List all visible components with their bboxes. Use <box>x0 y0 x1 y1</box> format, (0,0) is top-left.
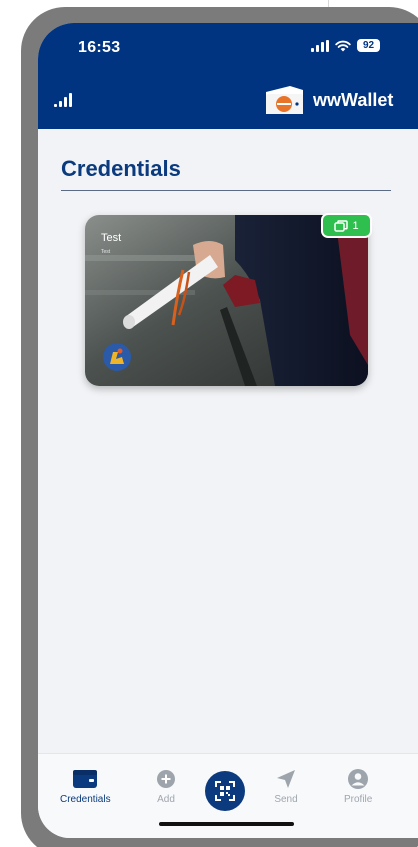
app-header: 16:53 92 wwWallet <box>38 23 418 129</box>
credential-count: 1 <box>352 219 359 232</box>
cellular-signal-icon <box>311 39 329 52</box>
title-divider <box>61 190 391 191</box>
send-icon <box>277 770 295 788</box>
brand[interactable]: wwWallet <box>264 84 393 116</box>
nav-add-label: Add <box>157 794 175 805</box>
nav-add[interactable]: Add <box>153 768 179 805</box>
profile-icon <box>348 769 369 789</box>
plus-circle-icon <box>157 770 175 788</box>
wallet-logo-icon <box>266 86 303 114</box>
copy-icon <box>334 219 349 232</box>
home-indicator <box>159 822 294 826</box>
nav-send-label: Send <box>274 794 298 805</box>
status-icons: 92 <box>311 39 380 52</box>
battery-icon: 92 <box>357 39 380 52</box>
nav-send[interactable]: Send <box>273 768 299 805</box>
wallet-icon <box>73 770 98 788</box>
page-title: Credentials <box>61 156 181 181</box>
credential-title: Test <box>101 232 122 244</box>
credential-count-badge[interactable]: 1 <box>321 213 372 238</box>
wifi-icon <box>335 40 351 51</box>
nav-scan-button[interactable] <box>205 771 245 811</box>
nav-credentials[interactable]: Credentials <box>60 768 111 805</box>
nav-credentials-label: Credentials <box>60 794 111 805</box>
brand-name: wwWallet <box>313 89 394 110</box>
credential-subtitle: Test <box>101 249 111 255</box>
status-time: 16:53 <box>78 39 121 56</box>
credential-card[interactable]: Test Test <box>85 215 368 386</box>
bottom-nav: Credentials Add Send Profile <box>38 753 418 838</box>
qr-scan-icon <box>215 781 235 801</box>
nav-profile[interactable]: Profile <box>344 768 372 805</box>
signal-bars-icon <box>54 93 72 107</box>
nav-profile-label: Profile <box>344 794 373 805</box>
app-screen: 16:53 92 wwWallet Credentials Test Test … <box>38 23 418 838</box>
issuer-logo-icon <box>103 343 131 371</box>
